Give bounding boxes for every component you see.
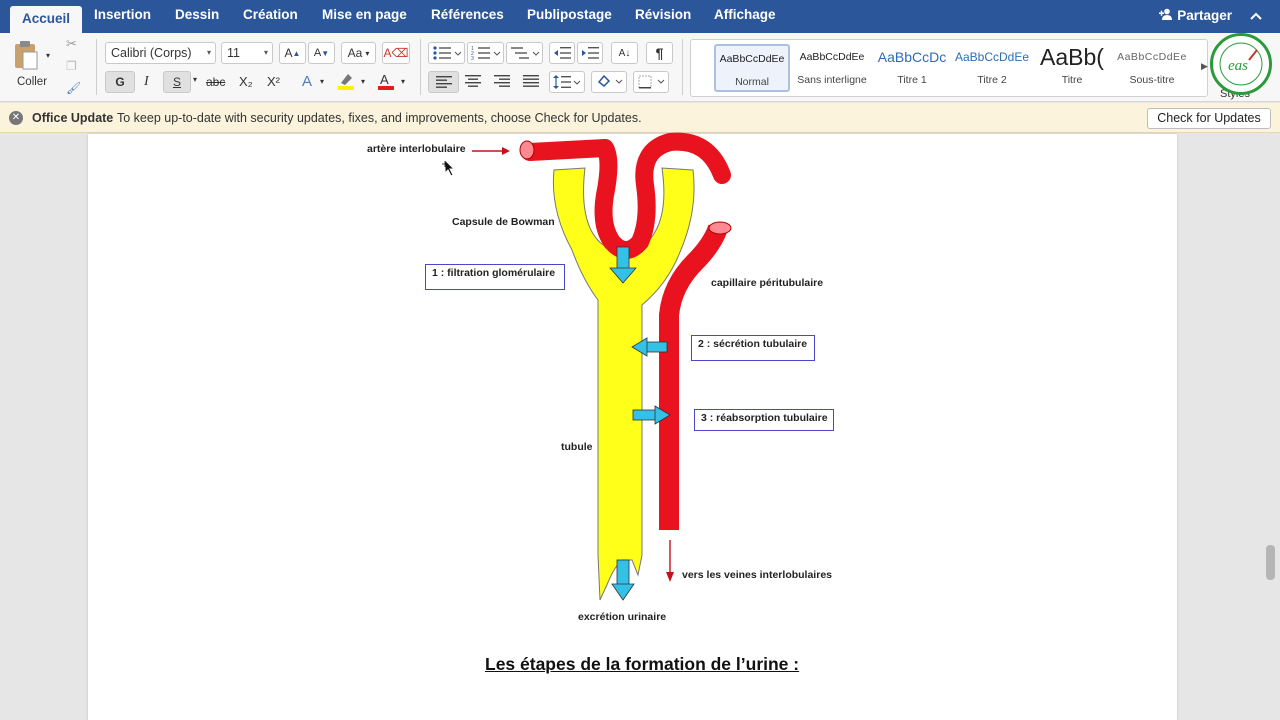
capillary-opening bbox=[708, 221, 732, 235]
label-artery: artère interlobulaire bbox=[367, 143, 466, 155]
artery-arrow-head bbox=[502, 147, 510, 155]
step-secretion-box: 2 : sécrétion tubulaire bbox=[691, 335, 815, 361]
figure-caption: Les étapes de la formation de l’urine : bbox=[485, 654, 800, 674]
artery-opening bbox=[519, 140, 535, 160]
step-filtration-box: 1 : filtration glomérulaire bbox=[425, 264, 565, 290]
vertical-scrollbar-thumb[interactable] bbox=[1266, 545, 1275, 580]
label-bowman-capsule: Capsule de Bowman bbox=[452, 216, 555, 228]
peritubular-capillary bbox=[659, 224, 728, 530]
label-tubule: tubule bbox=[561, 441, 593, 453]
veins-arrow-head bbox=[666, 572, 674, 582]
label-peritubular-capillary: capillaire péritubulaire bbox=[711, 277, 824, 289]
mouse-cursor-icon bbox=[441, 158, 459, 183]
label-veins: vers les veines interlobulaires bbox=[682, 569, 832, 581]
label-urinary-excretion: excrétion urinaire bbox=[578, 611, 667, 623]
step-reabsorption-box: 3 : réabsorption tubulaire bbox=[694, 409, 834, 431]
